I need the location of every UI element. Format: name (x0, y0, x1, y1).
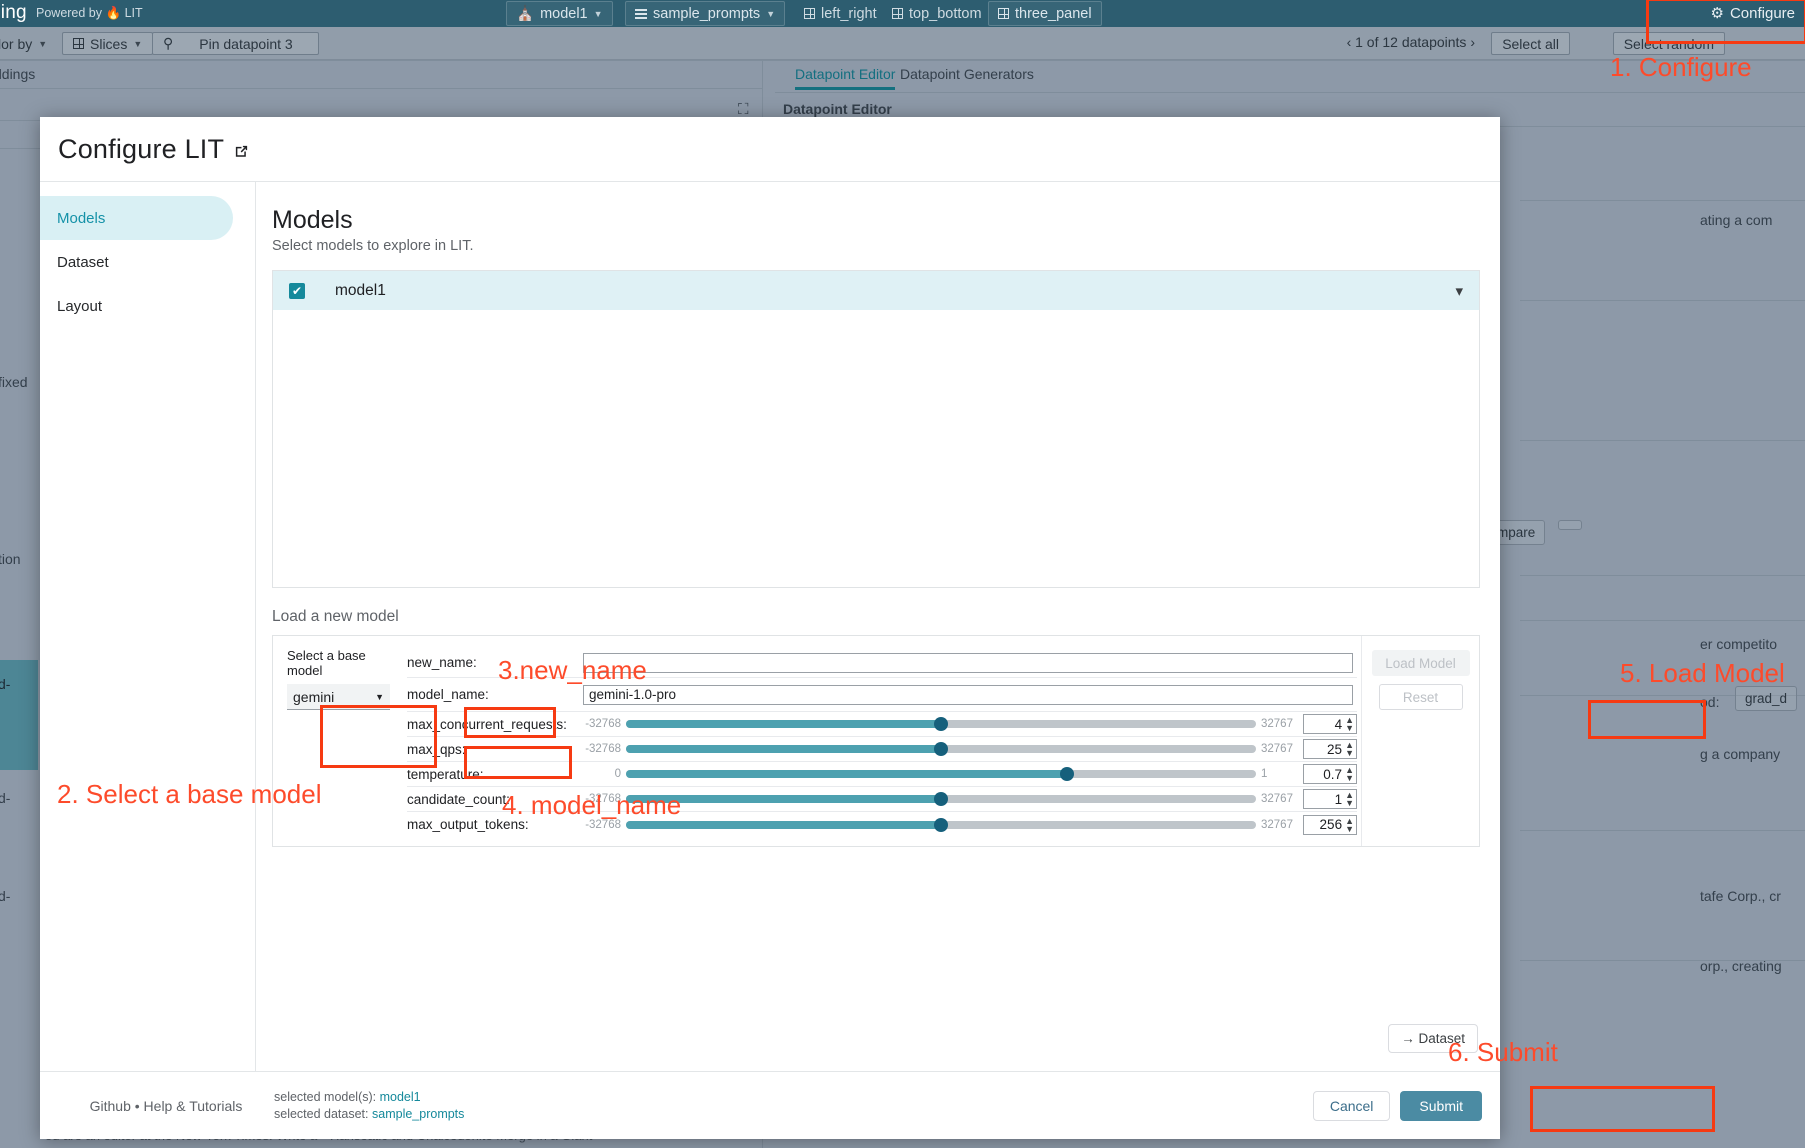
stepper-icon[interactable]: ▲▼ (1345, 817, 1354, 833)
number-input-max-concurrent-requests[interactable]: 4 ▲▼ (1303, 714, 1357, 734)
screen: ging Powered by 🔥 LIT ⛪ model1 ▼ sample_… (0, 0, 1805, 1148)
slider-max-candidate-count: 32767 (1261, 793, 1297, 805)
reset-button[interactable]: Reset (1379, 684, 1463, 710)
external-link-icon[interactable] (234, 144, 249, 159)
slider-max-qps[interactable] (626, 745, 1256, 753)
submit-button[interactable]: Submit (1400, 1091, 1482, 1121)
number-input-max-qps[interactable]: 25 ▲▼ (1303, 739, 1357, 759)
load-model-button[interactable]: Load Model (1372, 650, 1470, 676)
selected-models-value: model1 (380, 1090, 421, 1104)
load-actions-column: Load Model Reset (1361, 636, 1479, 846)
selected-dataset-label: selected dataset: (274, 1107, 369, 1121)
field-row-temperature: temperature: 0 1 0.7 (407, 762, 1357, 787)
load-new-model-form: Select a base model gemini ▼ new_name: (272, 635, 1480, 847)
slider-min-max-qps: -32768 (583, 743, 621, 755)
annotation-label-4: 4. model_name (502, 790, 681, 821)
stepper-icon[interactable]: ▲▼ (1345, 766, 1354, 782)
slider-max-max-concurrent-requests: 32767 (1261, 718, 1297, 730)
section-subtitle: Select models to explore in LIT. (272, 238, 1480, 254)
slider-max-temperature: 1 (1261, 768, 1297, 780)
sidebar-item-layout[interactable]: Layout (40, 284, 233, 328)
stepper-icon[interactable]: ▲▼ (1345, 741, 1354, 757)
model-name-input[interactable]: gemini-1.0-pro (583, 685, 1353, 705)
sidebar-item-dataset[interactable]: Dataset (40, 240, 233, 284)
field-label-max-concurrent-requests: max_concurrent_requests: (407, 717, 583, 732)
stepper-icon[interactable]: ▲▼ (1345, 791, 1354, 807)
number-input-candidate-count[interactable]: 1 ▲▼ (1303, 789, 1357, 809)
slider-max-max-qps: 32767 (1261, 743, 1297, 755)
annotation-label-2: 2. Select a base model (57, 779, 322, 810)
cancel-button[interactable]: Cancel (1313, 1091, 1391, 1121)
annotation-label-5: 5. Load Model (1620, 658, 1785, 689)
slider-max-output-tokens[interactable] (626, 821, 1256, 829)
chevron-down-icon[interactable]: ▾ (1455, 282, 1463, 300)
configure-lit-dialog: Configure LIT Models Dataset Layout (40, 117, 1500, 1139)
help-tutorials-link[interactable]: Help & Tutorials (144, 1098, 243, 1114)
dialog-body: Models Dataset Layout Models Select mode… (40, 182, 1500, 1071)
base-model-column: Select a base model gemini ▼ (273, 636, 393, 846)
slider-min-max-concurrent-requests: -32768 (583, 718, 621, 730)
slider-max-max-output-tokens: 32767 (1261, 819, 1297, 831)
chevron-down-icon: ▼ (375, 692, 384, 702)
github-link[interactable]: Github (90, 1098, 131, 1114)
model-label: model1 (335, 282, 386, 300)
annotation-label-1: 1. Configure (1610, 52, 1752, 83)
base-model-label: Select a base model (287, 648, 393, 678)
footer-links: Github • Help & Tutorials (58, 1098, 274, 1114)
stepper-icon[interactable]: ▲▼ (1345, 716, 1354, 732)
slider-temperature[interactable] (626, 770, 1256, 778)
load-new-model-label: Load a new model (272, 608, 1480, 626)
new-name-input[interactable] (583, 653, 1353, 673)
field-label-max-qps: max_qps: (407, 742, 583, 757)
model-checkbox[interactable]: ✔ (289, 283, 305, 299)
number-input-temperature[interactable]: 0.7 ▲▼ (1303, 764, 1357, 784)
dialog-header: Configure LIT (40, 117, 1500, 182)
section-title: Models (272, 206, 1480, 235)
base-model-select[interactable]: gemini ▼ (287, 684, 390, 710)
selected-dataset-value: sample_prompts (372, 1107, 464, 1121)
footer-separator: • (135, 1098, 140, 1114)
dialog-title: Configure LIT (58, 134, 224, 165)
annotation-label-6: 6. Submit (1448, 1037, 1558, 1068)
field-row-max-qps: max_qps: -32768 32767 25 (407, 737, 1357, 762)
annotation-label-3: 3.new_name (498, 655, 647, 686)
number-input-max-output-tokens[interactable]: 256 ▲▼ (1303, 815, 1357, 835)
slider-min-temperature: 0 (583, 768, 621, 780)
sidebar-item-models[interactable]: Models (40, 196, 233, 240)
slider-candidate-count[interactable] (626, 795, 1256, 803)
field-label-model-name: model_name: (407, 687, 583, 702)
dialog-main: Models Select models to explore in LIT. … (256, 182, 1500, 1071)
field-row-max-concurrent-requests: max_concurrent_requests: -32768 32767 (407, 712, 1357, 737)
dialog-footer: Github • Help & Tutorials selected model… (40, 1071, 1500, 1139)
models-list: ✔ model1 ▾ (272, 270, 1480, 588)
footer-selection-summary: selected model(s): model1 selected datas… (274, 1089, 464, 1123)
field-label-temperature: temperature: (407, 767, 583, 782)
footer-actions: Cancel Submit (1313, 1091, 1482, 1121)
dialog-sidebar: Models Dataset Layout (40, 182, 256, 1071)
slider-max-concurrent-requests[interactable] (626, 720, 1256, 728)
selected-models-label: selected model(s): (274, 1090, 376, 1104)
model-list-item[interactable]: ✔ model1 ▾ (273, 271, 1479, 310)
